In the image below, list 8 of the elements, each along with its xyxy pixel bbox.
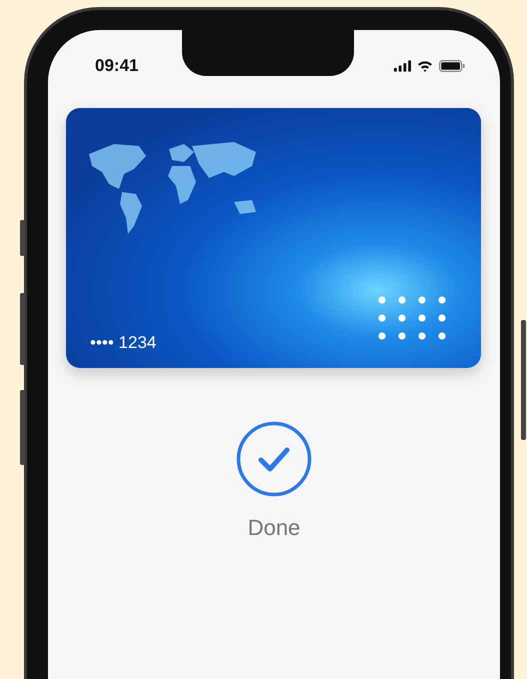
done-label: Done <box>248 515 300 541</box>
checkmark-circle-icon <box>236 421 312 497</box>
dot-grid-drawing <box>378 296 446 340</box>
wifi-icon <box>417 60 433 72</box>
status-time: 09:41 <box>95 56 138 76</box>
battery-icon <box>439 60 465 72</box>
card-number: •••• 1234 <box>90 333 156 353</box>
signal-icon <box>394 60 411 72</box>
